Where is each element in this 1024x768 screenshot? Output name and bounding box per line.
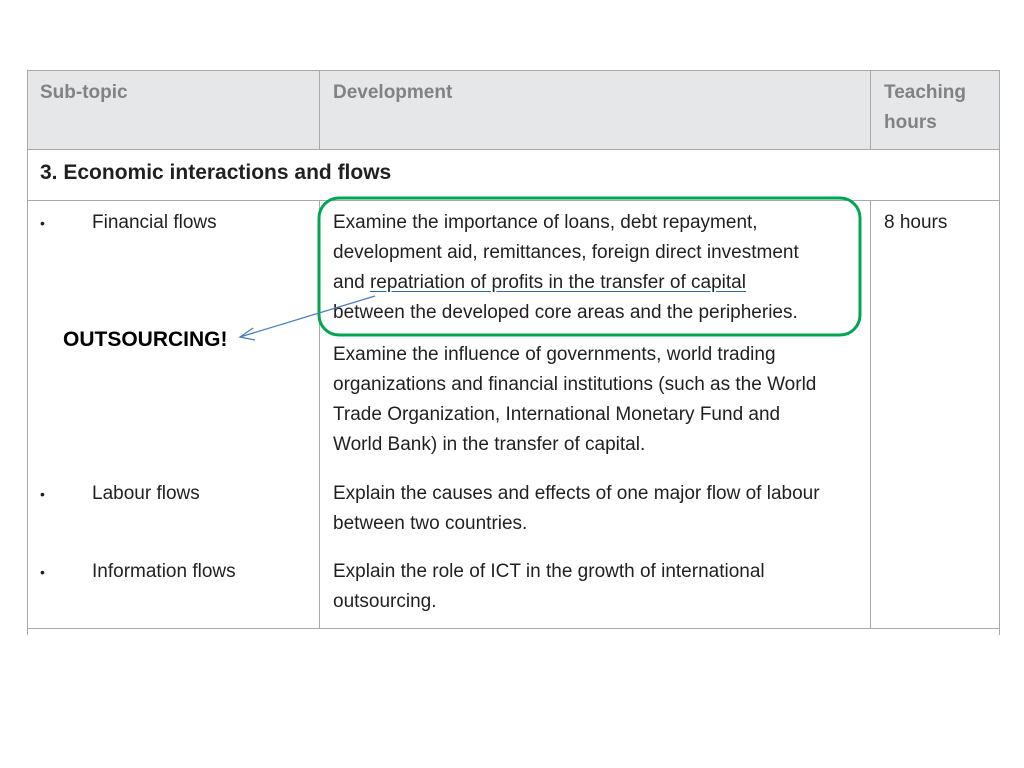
syllabus-page: Sub-topic Development Teaching hours 3. … [0,0,1024,768]
annotation-overlay [238,196,862,341]
arrow-line [239,295,376,338]
highlight-box [317,196,862,337]
arrow-head-icon [238,327,256,341]
